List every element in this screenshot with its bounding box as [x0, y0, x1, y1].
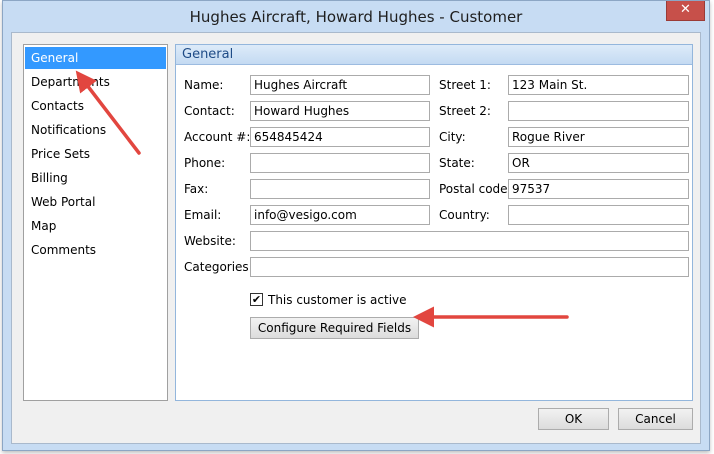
close-button[interactable]: ✕ [666, 1, 705, 21]
street2-label: Street 2: [439, 104, 491, 118]
country-field[interactable] [508, 205, 689, 225]
sidebar-item-notifications[interactable]: Notifications [25, 119, 166, 141]
sidebar-item-contacts[interactable]: Contacts [25, 95, 166, 117]
ok-button[interactable]: OK [538, 408, 609, 430]
street1-label: Street 1: [439, 78, 491, 92]
name-field[interactable]: Hughes Aircraft [250, 75, 430, 95]
postal-code-label: Postal code: [439, 182, 512, 196]
sidebar-item-price-sets[interactable]: Price Sets [25, 143, 166, 165]
active-checkbox-label[interactable]: This customer is active [268, 293, 407, 307]
email-label: Email: [184, 208, 222, 222]
customer-dialog: Hughes Aircraft, Howard Hughes - Custome… [2, 0, 710, 451]
sidebar-item-departments[interactable]: Departments [25, 71, 166, 93]
email-field[interactable]: info@vesigo.com [250, 205, 430, 225]
state-label: State: [439, 156, 475, 170]
window-title: Hughes Aircraft, Howard Hughes - Custome… [189, 8, 523, 26]
fax-field[interactable] [250, 179, 430, 199]
cancel-button[interactable]: Cancel [618, 408, 693, 430]
street2-field[interactable] [508, 101, 689, 121]
sidebar-item-web-portal[interactable]: Web Portal [25, 191, 166, 213]
account-field[interactable]: 654845424 [250, 127, 430, 147]
sidebar-item-general[interactable]: General [25, 47, 166, 69]
street1-field[interactable]: 123 Main St. [508, 75, 689, 95]
account-label: Account #: [184, 130, 251, 144]
website-label: Website: [184, 234, 236, 248]
title-bar[interactable]: Hughes Aircraft, Howard Hughes - Custome… [3, 1, 709, 33]
phone-field[interactable] [250, 153, 430, 173]
configure-required-fields-button[interactable]: Configure Required Fields [250, 317, 419, 339]
contact-field[interactable]: Howard Hughes [250, 101, 430, 121]
categories-field[interactable] [250, 257, 689, 277]
sidebar-item-map[interactable]: Map [25, 215, 166, 237]
active-checkbox[interactable]: ✔ [250, 293, 263, 306]
fax-label: Fax: [184, 182, 209, 196]
close-icon: ✕ [680, 2, 691, 17]
state-field[interactable]: OR [508, 153, 689, 173]
sidebar-item-billing[interactable]: Billing [25, 167, 166, 189]
dialog-body: General Departments Contacts Notificatio… [11, 32, 701, 444]
checkmark-icon: ✔ [251, 293, 262, 306]
postal-code-field[interactable]: 97537 [508, 179, 689, 199]
website-field[interactable] [250, 231, 689, 251]
phone-label: Phone: [184, 156, 226, 170]
sidebar-nav: General Departments Contacts Notificatio… [23, 44, 168, 401]
name-label: Name: [184, 78, 224, 92]
categories-label: Categories: [184, 260, 253, 274]
general-panel: General Name: Hughes Aircraft Contact: H… [175, 44, 693, 401]
city-field[interactable]: Rogue River [508, 127, 689, 147]
country-label: Country: [439, 208, 490, 222]
city-label: City: [439, 130, 466, 144]
sidebar-item-comments[interactable]: Comments [25, 239, 166, 261]
contact-label: Contact: [184, 104, 235, 118]
panel-header: General [176, 45, 692, 65]
